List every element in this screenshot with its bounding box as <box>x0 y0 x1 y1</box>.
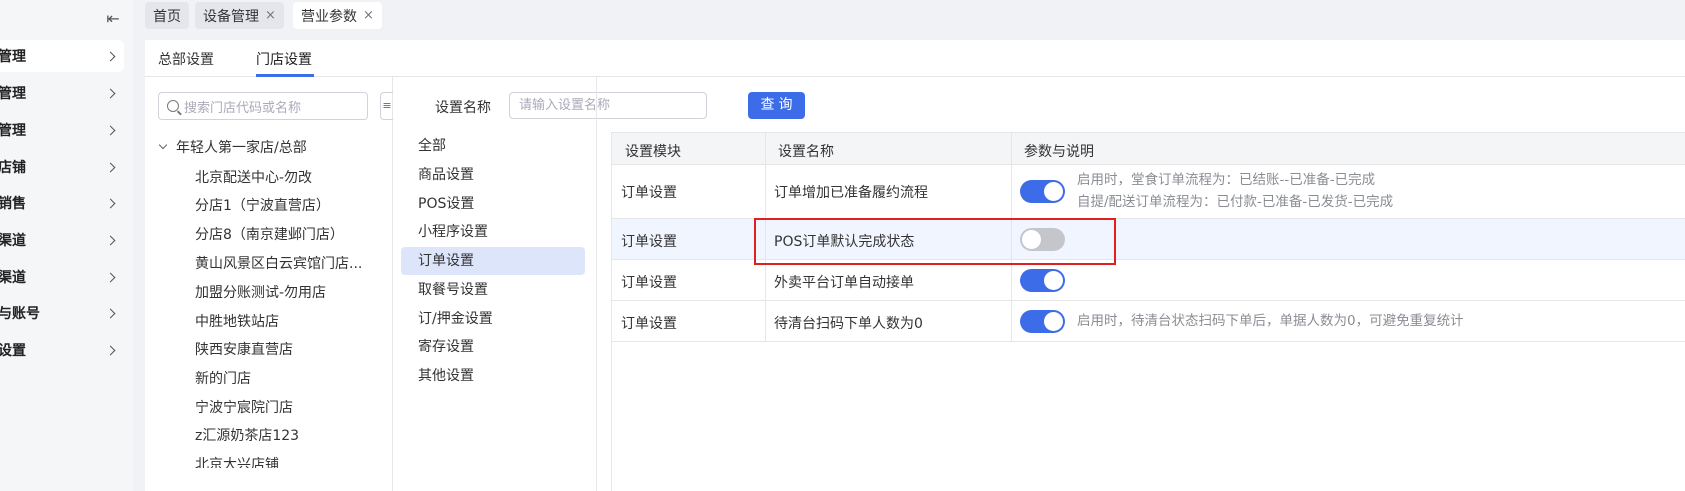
chevron-right-icon <box>105 272 116 282</box>
category-pickup-number[interactable]: 取餐号设置 <box>401 276 585 304</box>
sidebar-item-label: 销售 <box>0 196 26 212</box>
tree-root-label: 年轻人第一家店/总部 <box>176 140 307 156</box>
tree-node[interactable]: z汇源奶茶店123 <box>195 425 299 445</box>
tree-node[interactable]: 分店1（宁波直营店） <box>195 195 330 215</box>
sidebar-item-label: 与账号 <box>0 306 40 322</box>
tree-node[interactable]: 陕西安康直营店 <box>195 339 293 359</box>
sidebar-item-8[interactable]: 与账号 <box>0 297 124 329</box>
tree-node[interactable]: 加盟分账测试-勿用店 <box>195 282 326 302</box>
close-icon[interactable]: × <box>265 8 276 23</box>
sidebar: ⇤ 管理 管理 管理 店铺 销售 渠道 渠道 与账号 设置 <box>0 0 133 491</box>
close-icon[interactable]: × <box>363 8 374 23</box>
tree-node[interactable]: 新的门店 <box>195 368 251 388</box>
sidebar-item-7[interactable]: 渠道 <box>0 261 124 293</box>
chevron-right-icon <box>105 125 116 135</box>
chevron-down-icon[interactable] <box>158 140 168 150</box>
tree-node[interactable]: 北京配送中心-勿改 <box>195 167 312 187</box>
column-header: 参数与说明 <box>1024 144 1094 160</box>
toggle-switch[interactable] <box>1020 269 1065 292</box>
tree-node[interactable]: 北京大兴店铺 <box>195 454 279 468</box>
sidebar-item-1[interactable]: 管理 <box>0 40 124 72</box>
chevron-right-icon <box>105 88 116 98</box>
sidebar-item-label: 管理 <box>0 49 26 65</box>
sidebar-item-label: 渠道 <box>0 270 26 286</box>
main-content: 总部设置 门店设置 搜索门店代码或名称 ≡ 年轻人第一家店/总部 北京配送中心-… <box>145 40 1685 491</box>
tab-label: 营业参数 <box>301 8 357 25</box>
sub-tabs: 总部设置 门店设置 <box>145 40 1685 77</box>
category-all[interactable]: 全部 <box>401 132 585 160</box>
sidebar-item-2[interactable]: 管理 <box>0 77 124 109</box>
chevron-right-icon <box>105 308 116 318</box>
sidebar-item-label: 渠道 <box>0 233 26 249</box>
category-order[interactable]: 订单设置 <box>401 247 585 275</box>
tree-node[interactable]: 黄山风景区白云宾馆门店... <box>195 253 362 273</box>
table-header: 设置模块 设置名称 参数与说明 <box>612 132 1685 165</box>
cell-setting-name: 订单增加已准备履约流程 <box>774 185 928 201</box>
highlight-box <box>754 218 1116 265</box>
tab-label: 设备管理 <box>203 8 259 25</box>
category-product[interactable]: 商品设置 <box>401 161 585 189</box>
sidebar-item-label: 设置 <box>0 343 26 359</box>
store-search-placeholder: 搜索门店代码或名称 <box>184 100 302 116</box>
cell-description: 自提/配送订单流程为：已付款-已准备-已发货-已完成 <box>1077 194 1394 210</box>
sidebar-item-label: 管理 <box>0 86 26 102</box>
category-pos[interactable]: POS设置 <box>401 190 585 218</box>
collapse-left-icon[interactable]: ⇤ <box>103 9 123 29</box>
cell-setting-name: 外卖平台订单自动接单 <box>774 275 914 291</box>
cell-setting-name: 待清台扫码下单人数为0 <box>774 316 923 332</box>
store-search-input[interactable]: 搜索门店代码或名称 <box>158 92 368 120</box>
cell-module: 订单设置 <box>621 185 677 201</box>
sidebar-item-9[interactable]: 设置 <box>0 334 124 366</box>
sidebar-item-6[interactable]: 渠道 <box>0 224 124 256</box>
category-storage[interactable]: 寄存设置 <box>401 333 585 361</box>
sidebar-item-label: 店铺 <box>0 160 26 176</box>
tab-home[interactable]: 首页 <box>145 2 189 29</box>
tab-business-params[interactable]: 营业参数 × <box>293 2 382 29</box>
list-toggle-button[interactable]: ≡ <box>380 92 393 120</box>
table-row: 订单设置 待清台扫码下单人数为0 启用时，待清台状态扫码下单后，单据人数为0，可… <box>612 301 1685 342</box>
sidebar-item-3[interactable]: 管理 <box>0 114 124 146</box>
cell-module: 订单设置 <box>621 234 677 250</box>
tree-node[interactable]: 中胜地铁站店 <box>195 311 279 331</box>
category-other[interactable]: 其他设置 <box>401 362 585 390</box>
tab-label: 首页 <box>153 8 181 25</box>
table-row: 订单设置 订单增加已准备履约流程 启用时，堂食订单流程为：已结账--已准备-已完… <box>612 165 1685 219</box>
tab-store-settings[interactable]: 门店设置 <box>256 49 312 69</box>
sidebar-item-label: 管理 <box>0 123 26 139</box>
category-miniprogram[interactable]: 小程序设置 <box>401 218 585 246</box>
toggle-switch[interactable] <box>1020 180 1065 203</box>
cell-module: 订单设置 <box>621 316 677 332</box>
tab-hq-settings[interactable]: 总部设置 <box>158 49 214 69</box>
table-row: 订单设置 外卖平台订单自动接单 <box>612 260 1685 301</box>
sidebar-item-5[interactable]: 销售 <box>0 187 124 219</box>
chevron-right-icon <box>105 51 116 61</box>
chevron-right-icon <box>105 235 116 245</box>
chevron-right-icon <box>105 198 116 208</box>
query-button[interactable]: 查询 <box>748 92 805 119</box>
category-list: 全部 商品设置 POS设置 小程序设置 订单设置 取餐号设置 订/押金设置 寄存… <box>393 77 597 491</box>
category-deposit[interactable]: 订/押金设置 <box>401 305 585 333</box>
tree-root-node[interactable]: 年轻人第一家店/总部 <box>158 137 307 157</box>
cell-module: 订单设置 <box>621 275 677 291</box>
toggle-switch[interactable] <box>1020 310 1065 333</box>
search-icon <box>167 100 179 112</box>
sidebar-item-4[interactable]: 店铺 <box>0 151 124 183</box>
tab-device-management[interactable]: 设备管理 × <box>195 2 284 29</box>
cell-description: 启用时，堂食订单流程为：已结账--已准备-已完成 <box>1077 172 1376 188</box>
tree-node[interactable]: 宁波宁宸院门店 <box>195 397 293 417</box>
tree-node[interactable]: 分店8（南京建邺门店） <box>195 224 344 244</box>
cell-description: 启用时，待清台状态扫码下单后，单据人数为0，可避免重复统计 <box>1077 313 1464 329</box>
chevron-right-icon <box>105 162 116 172</box>
column-header: 设置名称 <box>778 144 834 160</box>
store-tree-panel: 搜索门店代码或名称 ≡ 年轻人第一家店/总部 北京配送中心-勿改 分店1（宁波直… <box>145 77 393 491</box>
column-header: 设置模块 <box>625 144 681 160</box>
settings-table: 设置模块 设置名称 参数与说明 订单设置 订单增加已准备履约流程 启用时，堂食订… <box>611 132 1685 491</box>
chevron-right-icon <box>105 345 116 355</box>
tab-bar: 首页 设备管理 × 营业参数 × <box>133 0 1685 40</box>
